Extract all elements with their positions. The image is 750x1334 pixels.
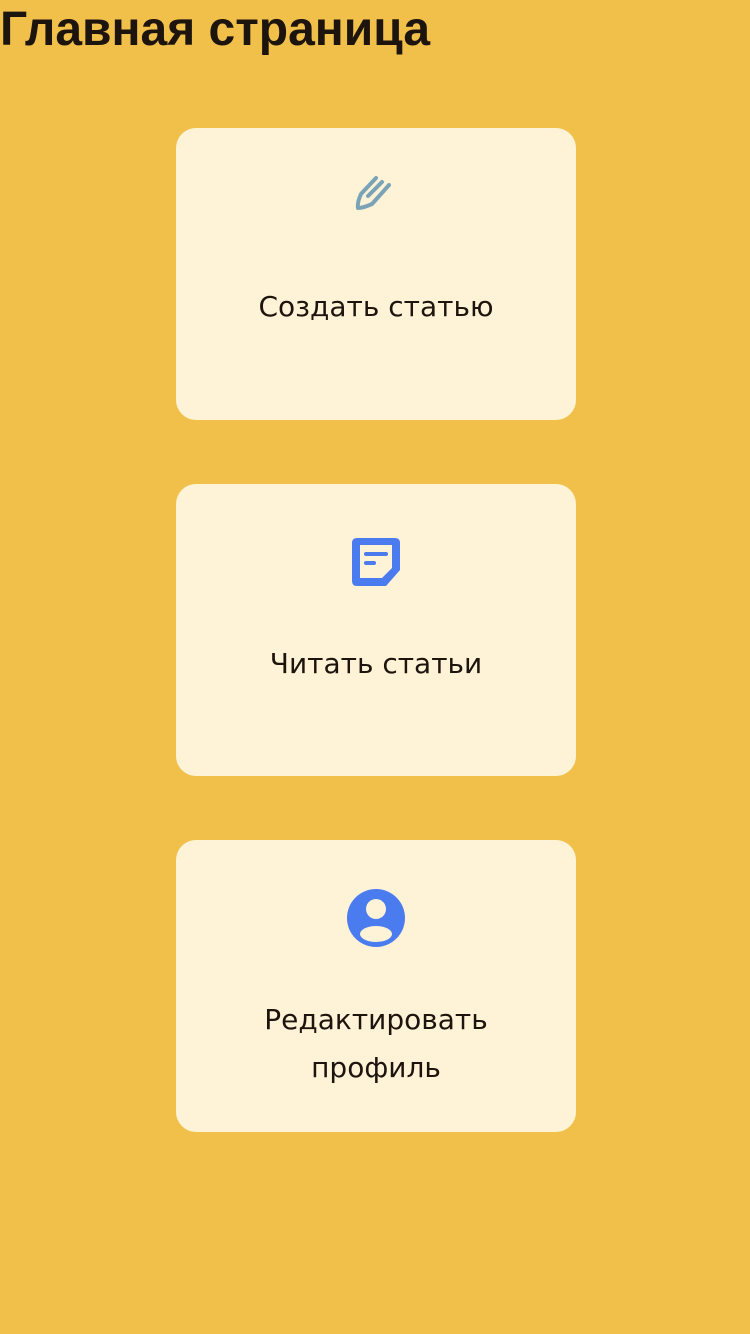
profile-icon	[347, 889, 405, 947]
edit-profile-card[interactable]: Редактировать профиль	[176, 840, 576, 1132]
read-articles-card[interactable]: Читать статьи	[176, 484, 576, 776]
create-article-label: Создать статью	[258, 290, 494, 323]
create-article-card[interactable]: Создать статью	[176, 128, 576, 420]
note-icon	[352, 538, 400, 586]
read-articles-label: Читать статьи	[269, 647, 483, 680]
page-title: Главная страница	[0, 3, 431, 56]
edit-profile-label: Редактировать профиль	[264, 1003, 488, 1084]
pen-icon	[355, 176, 391, 210]
